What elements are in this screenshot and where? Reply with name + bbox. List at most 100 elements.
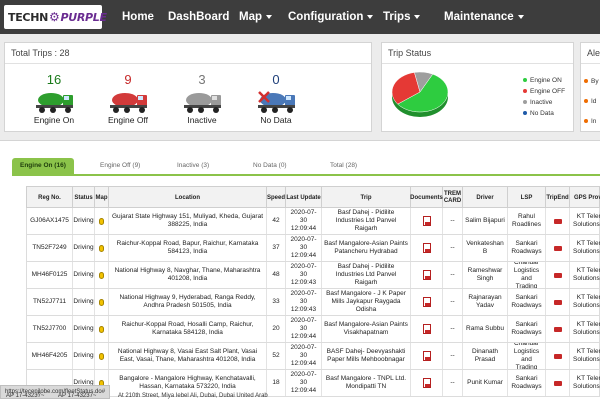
nav-trips[interactable]: Trips bbox=[383, 11, 421, 23]
techno-purple-logo[interactable]: TECHN ⚙ PURPLE bbox=[4, 5, 107, 29]
truck-red-icon[interactable] bbox=[107, 90, 149, 114]
truck-nodata-icon[interactable] bbox=[255, 90, 297, 114]
legend-label: Inactive bbox=[530, 99, 553, 106]
column-header-gps-provider[interactable]: GPS Prov bbox=[570, 187, 600, 209]
tripend-cell bbox=[546, 235, 570, 261]
pdf-document-icon[interactable] bbox=[422, 216, 431, 226]
trip-end-truck-icon[interactable] bbox=[553, 299, 562, 305]
table-row[interactable]: MH46F4205 Driving National Highway 8, Vasa… bbox=[26, 343, 600, 370]
column-header-speed[interactable]: Speed bbox=[267, 187, 286, 209]
column-header-tripend[interactable]: TripEnd bbox=[546, 187, 570, 209]
alert-item-label: In bbox=[591, 118, 597, 125]
alert-item[interactable]: By bbox=[584, 78, 599, 85]
truck-grey-icon[interactable] bbox=[181, 90, 223, 114]
pdf-document-icon[interactable] bbox=[422, 270, 431, 280]
map-pin-icon[interactable] bbox=[99, 352, 104, 360]
tab-engine-on[interactable]: Engine On (16) bbox=[12, 158, 74, 174]
legend-item[interactable]: Inactive bbox=[523, 99, 552, 106]
documents-cell bbox=[411, 262, 443, 288]
column-header-location[interactable]: Location bbox=[109, 187, 267, 209]
lsp-cell: Sankari Roadways bbox=[508, 370, 546, 396]
map-pin-icon[interactable] bbox=[99, 271, 104, 279]
nav-configuration[interactable]: Configuration bbox=[288, 11, 374, 23]
speed-cell: 42 bbox=[267, 208, 286, 234]
tab-engine-off[interactable]: Engine Off (9) bbox=[100, 158, 140, 174]
map-cell bbox=[95, 262, 109, 288]
inactive-label[interactable]: Inactive bbox=[167, 115, 237, 125]
gps-provider-cell: KT Telen Solutions P bbox=[570, 262, 600, 288]
column-header-lsp[interactable]: LSP bbox=[508, 187, 546, 209]
table-row[interactable]: TN52F7249 Driving Raichur-Koppal Road, Bap… bbox=[26, 235, 600, 262]
trip-end-truck-icon[interactable] bbox=[553, 326, 562, 332]
legend-item[interactable]: No Data bbox=[523, 110, 554, 117]
engine-on-label[interactable]: Engine On bbox=[19, 115, 89, 125]
column-header-driver[interactable]: Driver bbox=[463, 187, 508, 209]
column-header-status[interactable]: Status bbox=[73, 187, 95, 209]
map-pin-icon[interactable] bbox=[99, 298, 104, 306]
table-row[interactable]: Driving Bangalore - Mangalore Highway, Ke… bbox=[26, 370, 600, 397]
column-header-documents[interactable]: Documents bbox=[410, 187, 443, 209]
chevron-down-icon bbox=[414, 14, 421, 19]
trip-end-truck-icon[interactable] bbox=[553, 245, 562, 251]
column-header-trip[interactable]: Trip bbox=[322, 187, 411, 209]
trip-status-title: Trip Status bbox=[382, 43, 573, 64]
total-trips-title: Total Trips : 28 bbox=[5, 43, 371, 64]
alert-item-label: Id bbox=[591, 98, 597, 105]
bullet-icon bbox=[584, 99, 588, 104]
legend-dot-icon bbox=[523, 89, 527, 94]
legend-dot-icon bbox=[523, 111, 527, 116]
pdf-document-icon[interactable] bbox=[422, 324, 431, 334]
pdf-document-icon[interactable] bbox=[422, 243, 431, 253]
tab-total[interactable]: Total (28) bbox=[330, 158, 357, 174]
column-header-map[interactable]: Map bbox=[95, 187, 109, 209]
table-row[interactable]: GJ06AX1475 Driving Gujarat State Highway 1… bbox=[26, 208, 600, 235]
pdf-document-icon[interactable] bbox=[422, 351, 431, 361]
trip-cell: Basf Mangalore - J K Paper Mills Jaykapu… bbox=[322, 289, 411, 315]
status-cell: Driving bbox=[73, 208, 95, 234]
row-fragment: AP 17-43237~ bbox=[6, 393, 45, 399]
map-pin-icon[interactable] bbox=[99, 217, 104, 225]
nav-home[interactable]: Home bbox=[122, 11, 154, 23]
alert-item[interactable]: Id bbox=[584, 98, 596, 105]
legend-dot-icon bbox=[523, 78, 527, 83]
no-data-label[interactable]: No Data bbox=[241, 115, 311, 125]
nav-dashboard[interactable]: DashBoard bbox=[168, 11, 229, 23]
nav-maintenance[interactable]: Maintenance bbox=[444, 11, 524, 23]
lsp-cell: Sankari Roadways bbox=[508, 289, 546, 315]
table-row[interactable]: MH46F0125 Driving National Highway 8, Navg… bbox=[26, 262, 600, 289]
trip-status-pie-chart[interactable] bbox=[385, 66, 455, 122]
trip-cell: Basf Dahej - Pidilite Industries Ltd Pan… bbox=[322, 208, 411, 234]
legend-item[interactable]: Engine ON bbox=[523, 77, 562, 84]
engine-on-count: 16 bbox=[46, 72, 62, 87]
column-header-trem-card[interactable]: TREM CARD bbox=[443, 187, 463, 209]
nav-map[interactable]: Map bbox=[239, 11, 272, 23]
tripend-cell bbox=[546, 262, 570, 288]
table-row[interactable]: TN52J7700 Driving Raichur-Koppal Road, Hos… bbox=[26, 316, 600, 343]
driver-cell: Salim Bijapuri bbox=[463, 208, 508, 234]
legend-item[interactable]: Engine OFF bbox=[523, 88, 565, 95]
trip-end-truck-icon[interactable] bbox=[553, 353, 562, 359]
truck-green-icon[interactable] bbox=[33, 90, 75, 114]
legend-label: No Data bbox=[530, 110, 554, 117]
status-cell: Driving bbox=[73, 289, 95, 315]
map-pin-icon[interactable] bbox=[99, 325, 104, 333]
trip-end-truck-icon[interactable] bbox=[553, 380, 562, 386]
pdf-document-icon[interactable] bbox=[422, 378, 431, 388]
driver-cell: Rajnarayan Yadav bbox=[463, 289, 508, 315]
table-row[interactable]: TN52J7711 Driving National Highway 9, Hyde… bbox=[26, 289, 600, 316]
chevron-down-icon bbox=[367, 14, 374, 19]
column-header-last-update[interactable]: Last Update bbox=[286, 187, 322, 209]
tab-inactive[interactable]: Inactive (3) bbox=[177, 158, 209, 174]
speed-cell: 48 bbox=[267, 262, 286, 288]
legend-dot-icon bbox=[523, 100, 527, 105]
engine-off-label[interactable]: Engine Off bbox=[93, 115, 163, 125]
trip-end-truck-icon[interactable] bbox=[553, 272, 562, 278]
map-pin-icon[interactable] bbox=[99, 244, 104, 252]
column-header-reg-no[interactable]: Reg No. bbox=[27, 187, 73, 209]
location-cell: National Highway 8, Vasai East Salt Plan… bbox=[109, 343, 267, 369]
alert-item[interactable]: In bbox=[584, 118, 596, 125]
trip-end-truck-icon[interactable] bbox=[553, 218, 562, 224]
pdf-document-icon[interactable] bbox=[422, 297, 431, 307]
chevron-down-icon bbox=[517, 14, 524, 19]
tab-no-data[interactable]: No Data (0) bbox=[253, 158, 287, 174]
